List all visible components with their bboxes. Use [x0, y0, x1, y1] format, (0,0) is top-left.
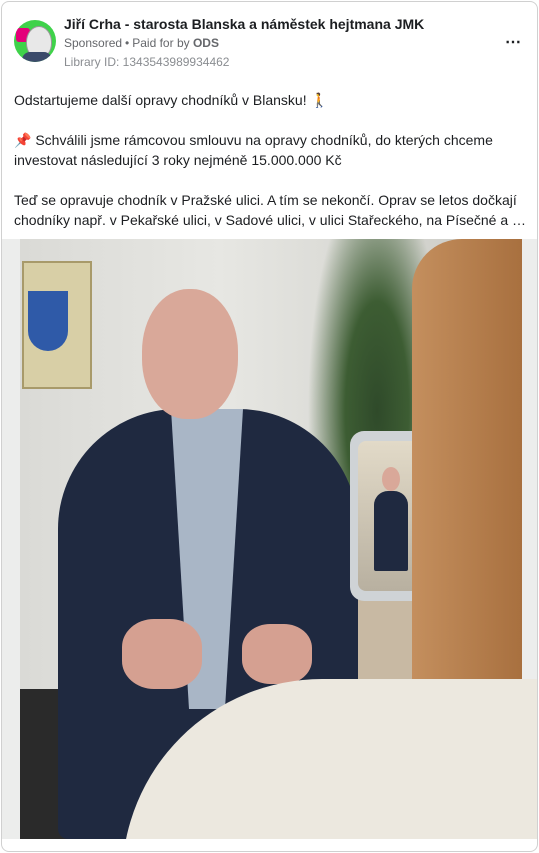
page-avatar[interactable] [14, 20, 56, 62]
phone-screen-body [374, 491, 408, 571]
phone-screen-head [382, 467, 400, 491]
ad-card: Jiří Crha - starosta Blanska a náměstek … [1, 1, 538, 852]
ad-photo[interactable] [2, 239, 537, 839]
framed-coat-of-arms [22, 261, 92, 389]
man-left-hand [122, 619, 202, 689]
man-right-hand [242, 624, 312, 684]
paid-for-party: ODS [192, 36, 219, 50]
sponsorship-info: Sponsored • Paid for by ODS [64, 36, 219, 50]
post-line-streets: Teď se opravuje chodník v Pražské ulici.… [14, 192, 517, 208]
post-line-intro: Odstartujeme další opravy chodníků v Bla… [14, 92, 328, 108]
sponsored-label: Sponsored [64, 36, 123, 50]
ad-header: Jiří Crha - starosta Blanska a náměstek … [14, 16, 526, 74]
post-text: Odstartujeme další opravy chodníků v Bla… [14, 90, 528, 230]
separator-dot: • [125, 36, 130, 50]
page-name[interactable]: Jiří Crha - starosta Blanska a náměstek … [64, 16, 424, 32]
post-line-contract: 📌 Schválili jsme rámcovou smlouvu na opr… [14, 132, 493, 168]
coat-of-arms-icon [28, 291, 68, 351]
avatar-shirt [22, 52, 52, 62]
post-line-streets-more[interactable]: chodníky např. v Pekařské ulici, v Sadov… [14, 210, 528, 230]
man-head [142, 289, 238, 419]
library-id: Library ID: 1343543989934462 [64, 55, 230, 69]
paid-for-label: Paid for by [132, 36, 190, 50]
more-options-icon[interactable]: ⋯ [505, 32, 522, 52]
